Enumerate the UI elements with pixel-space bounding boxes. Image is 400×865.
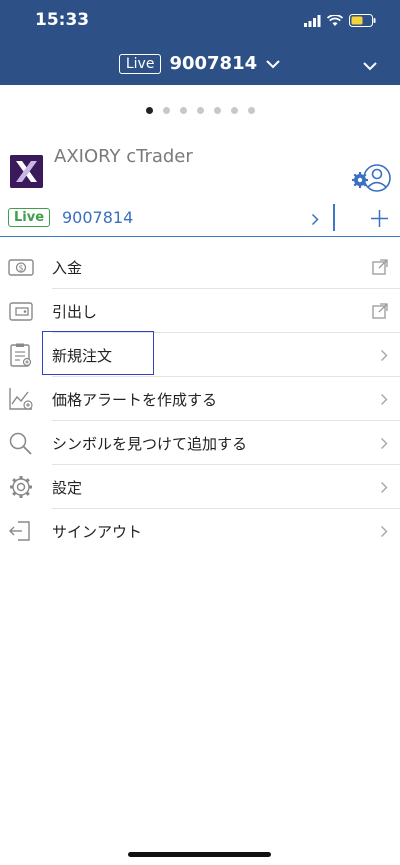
header-bar: 15:33 Live 9007814 — [0, 0, 400, 85]
broker-name: AXIORY cTrader — [54, 146, 193, 167]
external-link-icon — [372, 259, 388, 279]
battery-icon — [349, 12, 376, 31]
page-dot[interactable] — [145, 107, 153, 114]
menu-item-withdraw[interactable]: 引出し — [0, 289, 400, 333]
header-account-number: 9007814 — [169, 53, 258, 74]
divider — [333, 204, 335, 231]
page-indicator[interactable] — [0, 107, 400, 114]
chevron-down-icon — [265, 54, 281, 73]
account-switcher[interactable]: Live 9007814 — [0, 53, 400, 74]
clipboard-icon — [8, 343, 34, 367]
menu-item-price-alert[interactable]: 価格アラートを作成する — [0, 377, 400, 421]
menu-label: 引出し — [52, 303, 98, 321]
action-menu: $ 入金 引出し 新規注文 価格アラートを作成する シンボルを見つけて追加する … — [0, 245, 400, 553]
menu-item-find-symbol[interactable]: シンボルを見つけて追加する — [0, 421, 400, 465]
menu-item-settings[interactable]: 設定 — [0, 465, 400, 509]
status-time: 15:33 — [35, 10, 90, 30]
chevron-right-icon — [380, 391, 388, 410]
page-dot[interactable] — [196, 107, 204, 114]
gear-icon — [8, 475, 34, 499]
menu-label: 設定 — [52, 479, 83, 497]
menu-label: 入金 — [52, 259, 83, 277]
chevron-right-icon[interactable] — [311, 211, 319, 230]
signal-icon — [304, 12, 321, 31]
chevron-right-icon — [380, 435, 388, 454]
broker-logo — [10, 155, 43, 188]
menu-item-deposit[interactable]: $ 入金 — [0, 245, 400, 289]
chevron-right-icon — [380, 479, 388, 498]
add-account-icon[interactable] — [371, 210, 388, 231]
page-dot[interactable] — [230, 107, 238, 114]
page-dot[interactable] — [179, 107, 187, 114]
account-row[interactable]: Live 9007814 — [0, 204, 400, 237]
svg-text:$: $ — [18, 264, 23, 273]
sign-out-icon — [8, 519, 34, 543]
external-link-icon — [372, 303, 388, 323]
menu-item-sign-out[interactable]: サインアウト — [0, 509, 400, 553]
collapse-chevron-icon[interactable] — [362, 56, 378, 75]
chart-alert-icon — [8, 387, 34, 411]
menu-label: シンボルを見つけて追加する — [52, 435, 248, 453]
live-badge: Live — [8, 208, 51, 227]
page-dot[interactable] — [162, 107, 170, 114]
account-number[interactable]: 9007814 — [62, 208, 133, 227]
header-live-tag: Live — [118, 53, 162, 74]
wallet-icon — [8, 299, 34, 323]
search-icon — [8, 431, 34, 455]
status-icons — [304, 12, 376, 31]
account-settings-icon[interactable] — [351, 163, 393, 203]
wifi-icon — [326, 12, 344, 31]
chevron-right-icon — [380, 523, 388, 542]
chevron-right-icon — [380, 347, 388, 366]
page-dot[interactable] — [247, 107, 255, 114]
deposit-icon: $ — [8, 255, 34, 279]
focus-highlight — [42, 331, 154, 375]
page-dot[interactable] — [213, 107, 221, 114]
menu-label: 価格アラートを作成する — [52, 391, 218, 409]
home-indicator[interactable] — [128, 852, 271, 857]
menu-label: サインアウト — [52, 523, 143, 541]
